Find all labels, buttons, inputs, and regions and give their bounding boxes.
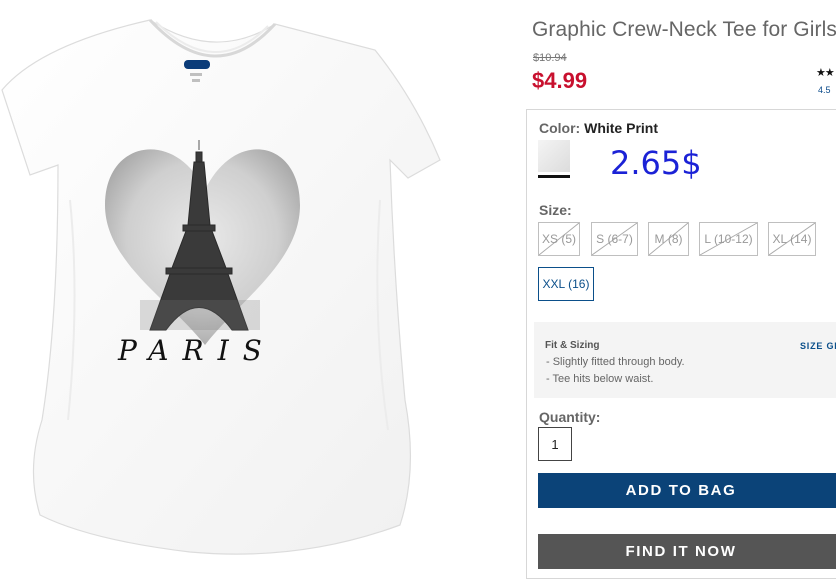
find-it-now-label: FIND IT NOW [625,543,737,560]
color-label: Color: White Print [539,120,658,136]
size-label: Size: [539,202,572,218]
size-option-xxl[interactable]: XXL (16) [538,267,594,301]
size-option-label: XS (5) [541,232,576,246]
product-title: Graphic Crew-Neck Tee for Girls [532,18,836,41]
price-annotation: 2.65$ [610,144,702,182]
size-option-m[interactable]: M (8) [648,222,689,256]
fit-item: - Tee hits below waist. [546,373,654,385]
swatch-selected-indicator [538,175,570,178]
tshirt-illustration: PARIS [1,18,441,555]
color-label-text: Color: [539,120,581,136]
size-guide-link[interactable]: SIZE GI [800,341,836,351]
size-option-xs[interactable]: XS (5) [538,222,580,256]
add-to-bag-label: ADD TO BAG [625,482,737,499]
fit-sizing-title: Fit & Sizing [545,340,600,351]
fit-item: - Slightly fitted through body. [546,356,685,368]
color-value: White Print [584,120,658,136]
size-option-label: XXL (16) [542,277,590,291]
quantity-input[interactable] [538,427,572,461]
paris-print-text: PARIS [117,334,276,367]
rating-value[interactable]: 4.5 [818,85,831,95]
size-option-label: XL (14) [772,232,812,246]
size-option-label: L (10-12) [704,232,753,246]
rating-stars-icon[interactable]: ★★ [816,66,835,79]
add-to-bag-button[interactable]: ADD TO BAG [538,473,836,508]
swatch-chip [538,140,570,172]
find-it-now-button[interactable]: FIND IT NOW [538,534,836,569]
quantity-label: Quantity: [539,409,601,425]
product-image[interactable]: PARIS [0,0,520,569]
original-price: $10.94 [533,52,567,64]
sale-price: $4.99 [532,68,588,93]
size-option-label: S (6-7) [596,232,633,246]
size-option-l[interactable]: L (10-12) [699,222,758,256]
size-option-s[interactable]: S (6-7) [591,222,638,256]
size-option-xl[interactable]: XL (14) [768,222,816,256]
color-swatch-white-print[interactable] [538,140,570,178]
size-option-label: M (8) [654,232,683,246]
